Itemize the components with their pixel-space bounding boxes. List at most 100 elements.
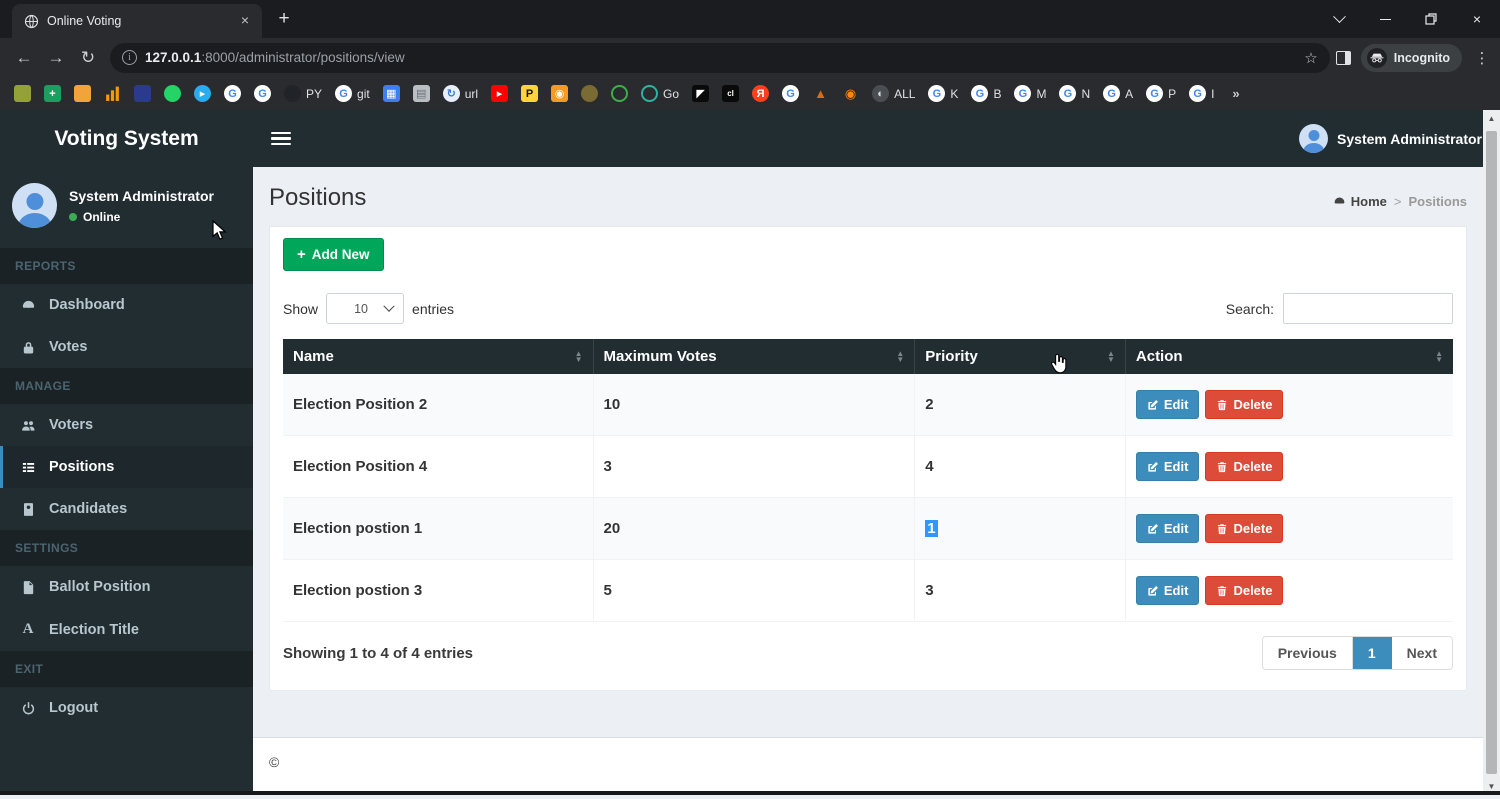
globe-all-bookmark-icon[interactable]: ◐ALL: [872, 85, 915, 102]
url-bookmark-icon[interactable]: ↻url: [443, 85, 478, 102]
brand-logo[interactable]: Voting System: [0, 110, 253, 167]
delete-button[interactable]: Delete: [1205, 390, 1283, 419]
sidebar-item-ballot-position[interactable]: Ballot Position: [0, 566, 253, 608]
window-menu-chevron-icon[interactable]: [1316, 0, 1362, 38]
cell-priority-container: 2: [915, 374, 1126, 436]
google-i-bookmark-icon[interactable]: GI: [1189, 85, 1214, 102]
sidebar-item-candidates[interactable]: Candidates: [0, 488, 253, 530]
scroll-up-arrow-icon[interactable]: ▲: [1483, 110, 1500, 127]
ieee-bookmark: [134, 85, 151, 102]
column-header-action[interactable]: Action▲▼: [1125, 339, 1453, 374]
reload-button[interactable]: ↻: [72, 42, 104, 74]
cl-bookmark: cl: [722, 85, 739, 102]
page-title: Positions: [269, 184, 366, 212]
google-n-bookmark-icon[interactable]: GN: [1059, 85, 1090, 102]
edit-button[interactable]: Edit: [1136, 514, 1200, 543]
green-ring-bookmark-icon[interactable]: [611, 85, 628, 102]
matlab-bookmark-icon[interactable]: ▲: [812, 85, 829, 102]
window-restore-button[interactable]: [1408, 0, 1454, 38]
orange-badge-bookmark-icon[interactable]: [74, 85, 91, 102]
address-bar[interactable]: i 127.0.0.1:8000/administrator/positions…: [110, 43, 1330, 73]
sidebar-item-label: Candidates: [49, 501, 127, 517]
yandex-bookmark-icon[interactable]: Я: [752, 85, 769, 102]
scrollbar-thumb[interactable]: [1486, 131, 1497, 774]
delete-button[interactable]: Delete: [1205, 452, 1283, 481]
sidebar-item-election-title[interactable]: AElection Title: [0, 608, 253, 651]
sidebar-toggle-hamburger-icon[interactable]: [271, 132, 291, 146]
navbar-user-menu[interactable]: System Administrator: [1299, 124, 1482, 153]
page-scrollbar[interactable]: ▲ ▼: [1483, 110, 1500, 795]
column-header-maximum-votes[interactable]: Maximum Votes▲▼: [593, 339, 915, 374]
edit-button[interactable]: Edit: [1136, 390, 1200, 419]
google-a-bookmark-label: A: [1125, 87, 1133, 101]
google-n-bookmark-label: N: [1081, 87, 1090, 101]
window-close-button[interactable]: ×: [1454, 0, 1500, 38]
delete-button[interactable]: Delete: [1205, 576, 1283, 605]
page-1-button[interactable]: 1: [1353, 637, 1392, 669]
search-input[interactable]: [1283, 293, 1453, 324]
breadcrumb-home-link[interactable]: Home: [1333, 194, 1387, 209]
whatsapp-bookmark-icon[interactable]: [164, 85, 181, 102]
new-tab-button[interactable]: +: [270, 6, 298, 34]
sidebar: System Administrator Online REPORTSDashb…: [0, 167, 253, 795]
camera-bookmark-icon[interactable]: ◉: [551, 85, 568, 102]
fire-eye-bookmark-icon[interactable]: ◉: [842, 85, 859, 102]
sidebar-item-votes[interactable]: Votes: [0, 326, 253, 368]
forward-button[interactable]: →: [40, 42, 72, 74]
go-ring-bookmark-icon[interactable]: Go: [641, 85, 679, 102]
sidebar-item-dashboard[interactable]: Dashboard: [0, 284, 253, 326]
orange-badge-bookmark: [74, 85, 91, 102]
column-header-priority[interactable]: Priority▲▼: [915, 339, 1126, 374]
tab-close-icon[interactable]: ×: [236, 12, 254, 30]
online-dot-icon: [69, 213, 77, 221]
globe-all-bookmark: ◐: [872, 85, 889, 102]
google-k-bookmark-icon[interactable]: GK: [928, 85, 958, 102]
edit-button[interactable]: Edit: [1136, 452, 1200, 481]
previous-page-button[interactable]: Previous: [1263, 637, 1353, 669]
add-new-button[interactable]: + Add New: [283, 238, 384, 271]
site-info-icon[interactable]: i: [122, 50, 137, 65]
browser-menu-icon[interactable]: ⋮: [1472, 49, 1492, 67]
github-py-bookmark-icon[interactable]: PY: [284, 85, 322, 102]
google-m-bookmark-icon[interactable]: GM: [1014, 85, 1046, 102]
sidebar-item-logout[interactable]: Logout: [0, 687, 253, 729]
sidebar-item-positions[interactable]: Positions: [0, 446, 253, 488]
window-bottom-edge: [0, 791, 1500, 795]
back-button[interactable]: ←: [8, 42, 40, 74]
google-p-bookmark-icon[interactable]: GP: [1146, 85, 1176, 102]
cell-max-votes: 20: [593, 498, 915, 560]
blue-grid-bookmark-icon[interactable]: ▦: [383, 85, 400, 102]
google-bookmark-3-icon[interactable]: G: [782, 85, 799, 102]
bookmarks-overflow-icon[interactable]: »: [1228, 85, 1245, 102]
telegram-bookmark-icon[interactable]: ▸: [194, 85, 211, 102]
window-minimize-button[interactable]: [1362, 0, 1408, 38]
show-label: Show: [283, 301, 318, 317]
sidebar-item-voters[interactable]: Voters: [0, 404, 253, 446]
youtube-bookmark-icon[interactable]: ▸: [491, 85, 508, 102]
p-yellow-bookmark-icon[interactable]: P: [521, 85, 538, 102]
google-bookmark-2-icon[interactable]: G: [254, 85, 271, 102]
ieee-bookmark-icon[interactable]: [134, 85, 151, 102]
eagle-bookmark-icon[interactable]: ◤: [692, 85, 709, 102]
edit-button[interactable]: Edit: [1136, 576, 1200, 605]
leaf-bookmark-icon[interactable]: [14, 85, 31, 102]
next-page-button[interactable]: Next: [1392, 637, 1452, 669]
amber-bookmark-icon[interactable]: [581, 85, 598, 102]
delete-button[interactable]: Delete: [1205, 514, 1283, 543]
side-panel-icon[interactable]: [1336, 51, 1351, 65]
google-b-bookmark-icon[interactable]: GB: [971, 85, 1001, 102]
google-a-bookmark-icon[interactable]: GA: [1103, 85, 1133, 102]
cl-bookmark-icon[interactable]: cl: [722, 85, 739, 102]
bank-bookmark-icon[interactable]: ▤: [413, 85, 430, 102]
analytics-bookmark-icon[interactable]: [104, 85, 121, 102]
bookmark-star-icon[interactable]: ☆: [1304, 49, 1317, 67]
fontA-icon: A: [18, 621, 38, 638]
page-size-select[interactable]: 10: [326, 293, 404, 324]
column-header-name[interactable]: Name▲▼: [283, 339, 593, 374]
edit-pencil-icon: [1147, 523, 1159, 535]
browser-tab[interactable]: Online Voting ×: [12, 4, 262, 38]
sheets-bookmark-icon[interactable]: +: [44, 85, 61, 102]
google-bookmark-1-icon[interactable]: G: [224, 85, 241, 102]
google-git-bookmark-icon[interactable]: Ggit: [335, 85, 370, 102]
badge-icon: [18, 502, 38, 517]
